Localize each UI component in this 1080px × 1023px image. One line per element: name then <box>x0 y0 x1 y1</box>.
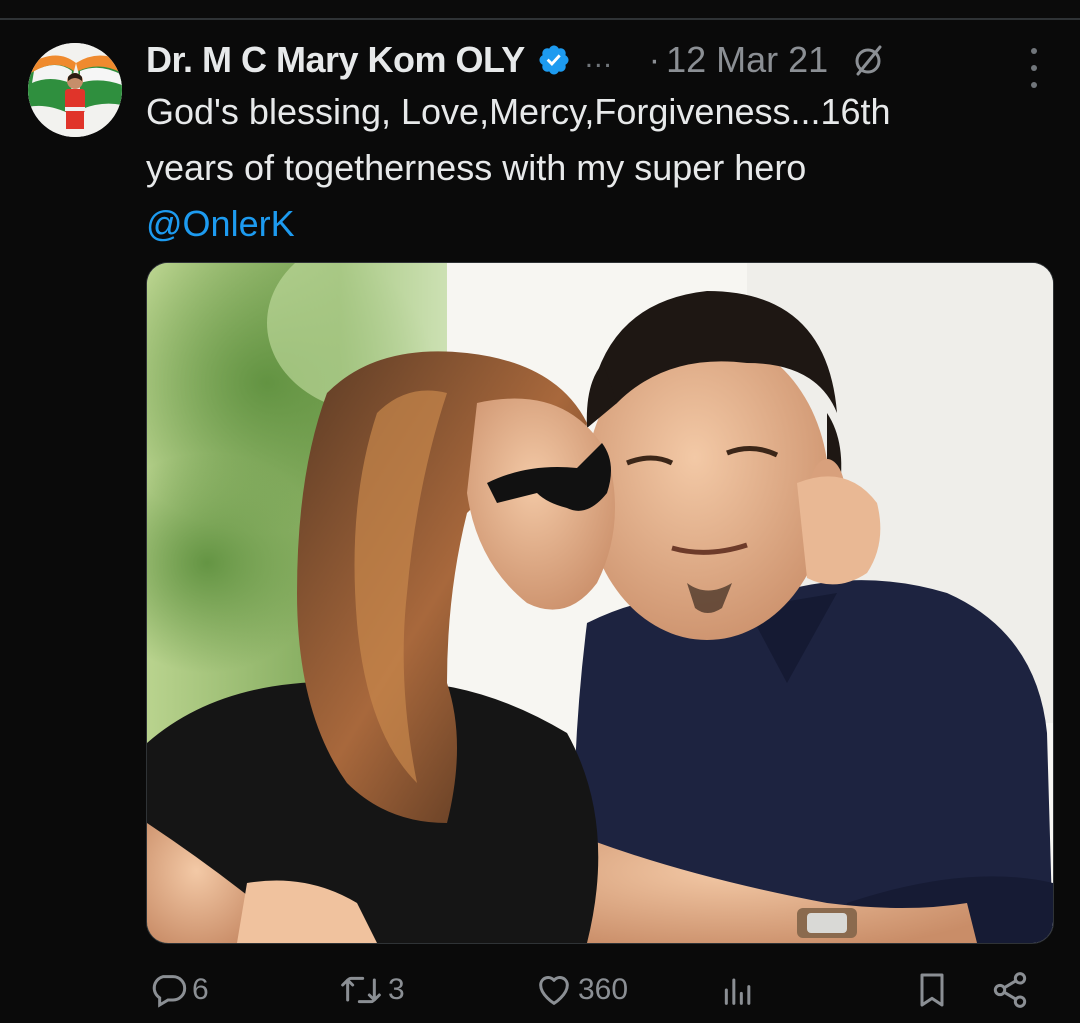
top-divider <box>0 0 1080 20</box>
tweet-photo[interactable] <box>146 262 1054 944</box>
tweet-timestamp[interactable]: 12 Mar 21 <box>666 39 828 81</box>
bookmark-icon <box>920 973 944 1007</box>
bookmark-button[interactable] <box>912 970 952 1010</box>
tweet-card[interactable]: Dr. M C Mary Kom OLY ... · 12 Mar 21 God… <box>0 20 1080 1023</box>
repost-button[interactable]: 3 <box>338 970 405 1010</box>
more-options-icon[interactable] <box>1022 48 1046 88</box>
mention-link[interactable]: @OnlerK <box>146 196 1046 252</box>
verified-badge-icon[interactable] <box>537 43 571 77</box>
heart-icon <box>539 976 569 1005</box>
reply-bubble-icon <box>152 975 187 1008</box>
reply-count: 6 <box>192 973 209 1006</box>
share-icon <box>993 972 1027 1008</box>
like-button[interactable]: 360 <box>534 970 628 1010</box>
author-display-name[interactable]: Dr. M C Mary Kom OLY <box>146 39 525 81</box>
like-count: 360 <box>578 973 629 1006</box>
views-button[interactable] <box>718 970 758 1010</box>
name-truncation: ... <box>584 41 613 74</box>
repost-count: 3 <box>388 973 405 1006</box>
author-avatar[interactable] <box>28 43 122 137</box>
tweet-text: God's blessing, Love,Mercy,Forgiveness..… <box>146 84 1046 252</box>
action-bar: 6 3 360 <box>0 962 1080 1018</box>
profile-avatar-icon <box>28 43 122 137</box>
views-bar-chart-icon <box>724 978 751 1005</box>
no-edit-slash-icon <box>850 42 886 78</box>
reply-button[interactable]: 6 <box>148 970 209 1010</box>
share-button[interactable] <box>990 970 1030 1010</box>
tweet-text-line-1: God's blessing, Love,Mercy,Forgiveness..… <box>146 91 891 132</box>
header-separator: · <box>648 40 661 79</box>
tweet-header: Dr. M C Mary Kom OLY ... · 12 Mar 21 <box>146 38 1046 82</box>
repost-arrows-icon <box>341 976 381 1004</box>
tweet-text-line-2: years of togetherness with my super hero <box>146 147 807 188</box>
